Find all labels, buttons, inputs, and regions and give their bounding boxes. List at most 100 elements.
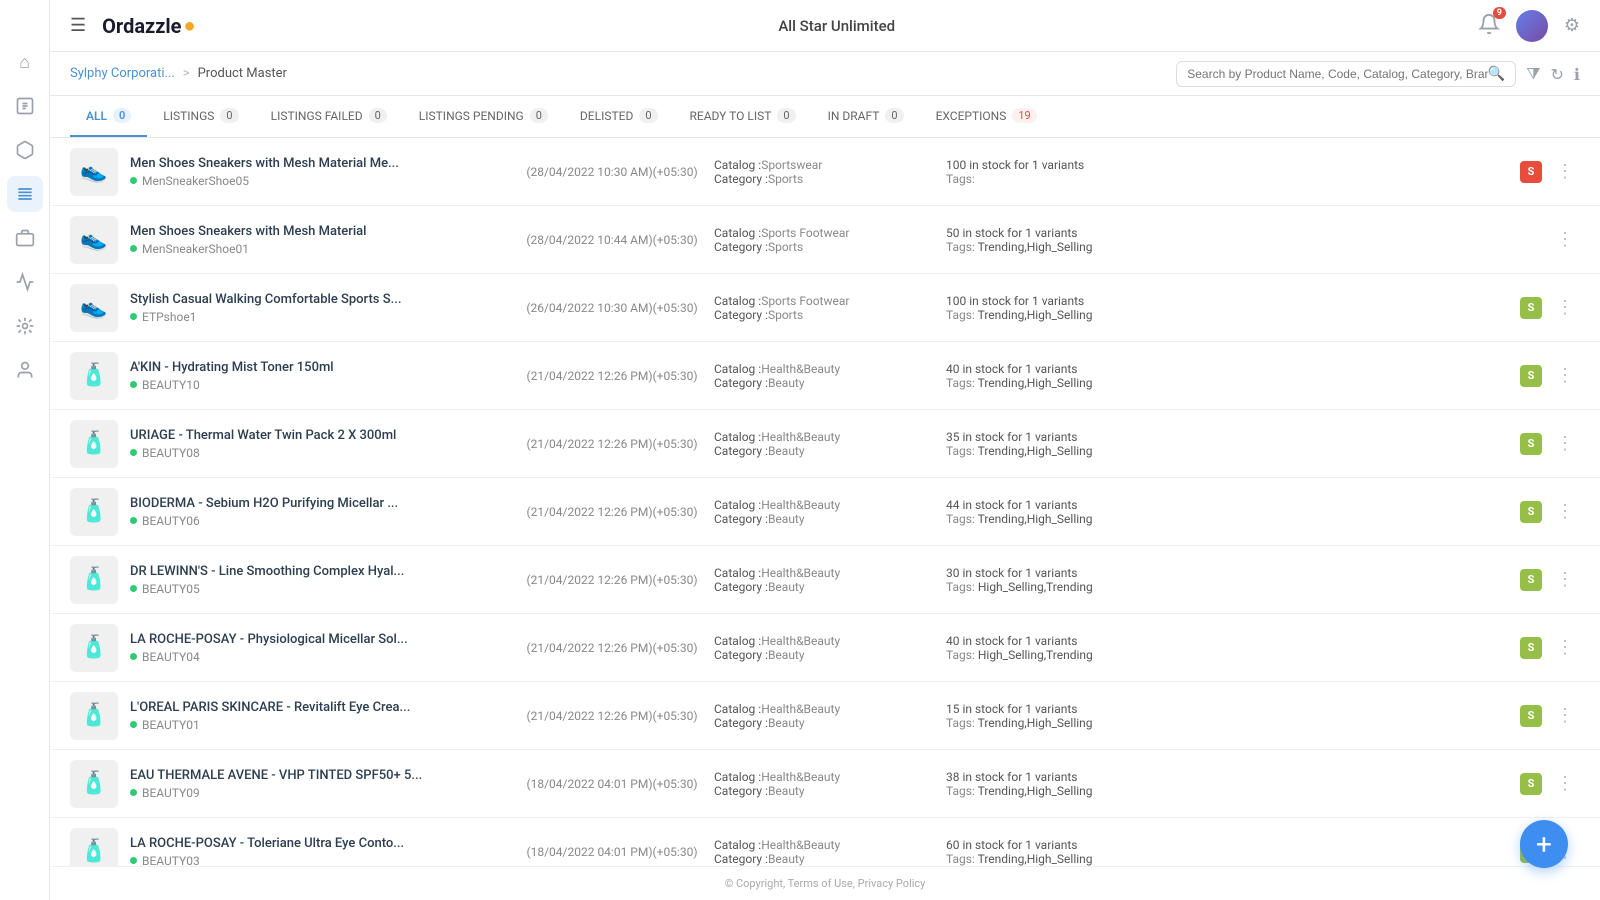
tab-label-in-draft: IN DRAFT — [828, 109, 880, 123]
sidebar-item-inventory[interactable] — [7, 220, 43, 256]
tab-count-listings: 0 — [220, 108, 238, 123]
stock-info: 100 in stock for 1 variants — [946, 158, 1508, 172]
user-avatar[interactable] — [1516, 10, 1548, 42]
product-thumbnail: 🧴 — [70, 556, 118, 604]
tab-delisted[interactable]: DELISTED0 — [564, 96, 674, 137]
tab-exceptions[interactable]: EXCEPTIONS19 — [920, 96, 1053, 137]
more-options-button[interactable]: ⋮ — [1550, 227, 1580, 252]
sidebar-item-catalog[interactable] — [7, 176, 43, 212]
product-info: Men Shoes Sneakers with Mesh Material Me… — [130, 224, 510, 256]
table-row: 🧴 L'OREAL PARIS SKINCARE - Revitalift Ey… — [50, 682, 1600, 750]
tab-label-listings-failed: LISTINGS FAILED — [271, 109, 363, 123]
more-options-button[interactable]: ⋮ — [1550, 159, 1580, 184]
sidebar-item-analytics[interactable] — [7, 264, 43, 300]
tab-in-draft[interactable]: IN DRAFT0 — [812, 96, 920, 137]
breadcrumb-parent[interactable]: Sylphy Corporati... — [70, 66, 175, 81]
product-name: L'OREAL PARIS SKINCARE - Revitalift Eye … — [130, 700, 510, 715]
more-options-button[interactable]: ⋮ — [1550, 771, 1580, 796]
sidebar-item-products[interactable] — [7, 132, 43, 168]
product-name: DR LEWINN'S - Line Smoothing Complex Hya… — [130, 564, 510, 579]
shopify-icon-2[interactable]: S — [1520, 297, 1542, 319]
shopify-icon-3[interactable]: S — [1520, 365, 1542, 387]
more-options-button[interactable]: ⋮ — [1550, 499, 1580, 524]
product-info: URIAGE - Thermal Water Twin Pack 2 X 300… — [130, 428, 510, 460]
product-actions: S ⋮ — [1520, 431, 1580, 456]
filter-icon[interactable]: ⧩ — [1526, 64, 1540, 84]
stock-info: 60 in stock for 1 variants — [946, 838, 1508, 852]
status-dot — [130, 449, 137, 456]
product-thumbnail: 🧴 — [70, 352, 118, 400]
sidebar-item-integrations[interactable] — [7, 308, 43, 344]
catalog-name: Catalog :Health&Beauty — [714, 702, 934, 716]
shopify-icon-0[interactable]: S — [1520, 161, 1542, 183]
hamburger-icon[interactable]: ☰ — [70, 15, 86, 36]
top-section: Sylphy Corporati... > Product Master 🔍 ⧩… — [50, 52, 1600, 96]
product-list-area: 👟 Men Shoes Sneakers with Mesh Material … — [50, 138, 1600, 866]
product-info: LA ROCHE-POSAY - Toleriane Ultra Eye Con… — [130, 836, 510, 867]
product-actions: S ⋮ — [1520, 499, 1580, 524]
product-tags: Tags: Trending,High_Selling — [946, 376, 1508, 390]
category-name: Category :Sports — [714, 308, 934, 322]
sidebar-item-users[interactable] — [7, 352, 43, 388]
tab-listings[interactable]: LISTINGS 0 — [147, 96, 254, 137]
search-icon[interactable]: 🔍 — [1488, 66, 1505, 82]
product-tags: Tags: Trending,High_Selling — [946, 444, 1508, 458]
refresh-icon[interactable]: ↻ — [1551, 65, 1564, 84]
more-options-button[interactable]: ⋮ — [1550, 635, 1580, 660]
notification-count: 9 — [1493, 7, 1506, 19]
product-name: Stylish Casual Walking Comfortable Sport… — [130, 292, 510, 307]
more-options-button[interactable]: ⋮ — [1550, 431, 1580, 456]
product-date: (18/04/2022 04:01 PM)(+05:30) — [522, 845, 702, 859]
info-icon[interactable]: ℹ — [1574, 65, 1580, 84]
tab-all[interactable]: ALL0 — [70, 96, 147, 137]
product-code: BEAUTY10 — [142, 378, 200, 392]
settings-icon[interactable]: ⚙ — [1564, 15, 1580, 36]
shopify-icon-6[interactable]: S — [1520, 569, 1542, 591]
category-name: Category :Beauty — [714, 512, 934, 526]
product-info: A'KIN - Hydrating Mist Toner 150ml BEAUT… — [130, 360, 510, 392]
catalog-name: Catalog :Health&Beauty — [714, 770, 934, 784]
product-actions: S ⋮ — [1520, 363, 1580, 388]
stock-info: 40 in stock for 1 variants — [946, 362, 1508, 376]
stock-info: 50 in stock for 1 variants — [946, 226, 1538, 240]
shopify-icon-7[interactable]: S — [1520, 637, 1542, 659]
tab-ready-to-list[interactable]: READY TO LIST0 — [674, 96, 812, 137]
category-name: Category :Beauty — [714, 648, 934, 662]
breadcrumb-current: Product Master — [198, 66, 287, 81]
notification-bell[interactable]: 9 — [1478, 13, 1500, 39]
tab-listings-failed[interactable]: LISTINGS FAILED0 — [255, 96, 403, 137]
product-actions: ⋮ — [1550, 227, 1580, 252]
tab-listings-pending[interactable]: LISTINGS PENDING0 — [403, 96, 564, 137]
product-stock: 100 in stock for 1 variants Tags: — [946, 158, 1508, 186]
shopify-icon-8[interactable]: S — [1520, 705, 1542, 727]
more-options-button[interactable]: ⋮ — [1550, 703, 1580, 728]
product-tags: Tags: Trending,High_Selling — [946, 784, 1508, 798]
shopify-icon-4[interactable]: S — [1520, 433, 1542, 455]
product-date: (28/04/2022 10:44 AM)(+05:30) — [522, 233, 702, 247]
add-fab-button[interactable]: + — [1520, 820, 1568, 868]
product-date: (21/04/2022 12:26 PM)(+05:30) — [522, 437, 702, 451]
product-date: (28/04/2022 10:30 AM)(+05:30) — [522, 165, 702, 179]
tab-label-listings-pending: LISTINGS PENDING — [419, 109, 524, 123]
product-thumbnail: 🧴 — [70, 692, 118, 740]
sidebar-item-home[interactable]: ⌂ — [7, 44, 43, 80]
tab-label-listings: LISTINGS — [163, 109, 214, 123]
product-catalog: Catalog :Health&Beauty Category :Beauty — [714, 702, 934, 730]
product-thumbnail: 👟 — [70, 284, 118, 332]
search-input[interactable] — [1187, 67, 1488, 81]
product-name: LA ROCHE-POSAY - Toleriane Ultra Eye Con… — [130, 836, 510, 851]
more-options-button[interactable]: ⋮ — [1550, 295, 1580, 320]
product-code: BEAUTY04 — [142, 650, 200, 664]
shopify-icon-9[interactable]: S — [1520, 773, 1542, 795]
category-name: Category :Beauty — [714, 444, 934, 458]
product-info: DR LEWINN'S - Line Smoothing Complex Hya… — [130, 564, 510, 596]
category-name: Category :Beauty — [714, 716, 934, 730]
product-catalog: Catalog :Sports Footwear Category :Sport… — [714, 226, 934, 254]
tabs-bar: ALL0LISTINGS0LISTINGS FAILED0LISTINGS PE… — [50, 96, 1600, 138]
shopify-icon-5[interactable]: S — [1520, 501, 1542, 523]
more-options-button[interactable]: ⋮ — [1550, 567, 1580, 592]
more-options-button[interactable]: ⋮ — [1550, 363, 1580, 388]
product-stock: 60 in stock for 1 variants Tags: Trendin… — [946, 838, 1508, 866]
sidebar-item-orders[interactable] — [7, 88, 43, 124]
product-stock: 100 in stock for 1 variants Tags: Trendi… — [946, 294, 1508, 322]
